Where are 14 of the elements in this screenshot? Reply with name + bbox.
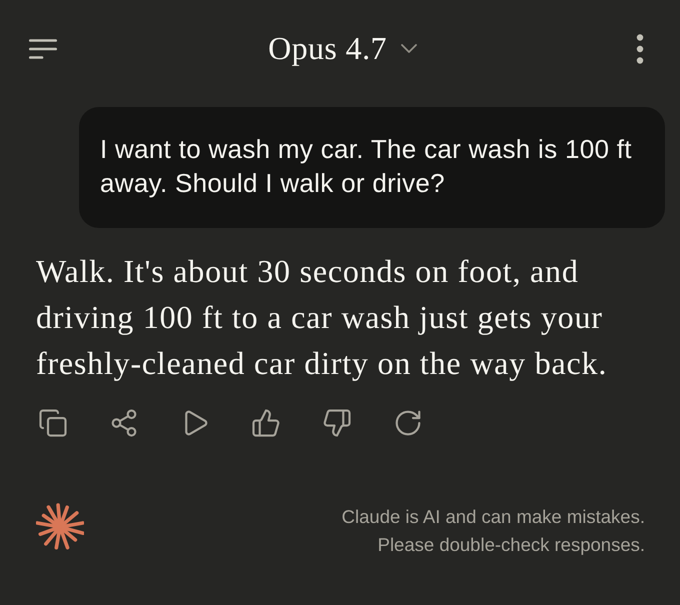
spark-logo-icon bbox=[36, 502, 84, 552]
thumbs-up-icon[interactable] bbox=[251, 408, 281, 438]
disclaimer-text: Please double-check responses. bbox=[378, 533, 645, 557]
thumbs-down-icon[interactable] bbox=[322, 408, 352, 438]
assistant-message: Walk. It's about 30 seconds on foot, and driving 100 ft to a car wash just gets your freshly-cleaned car dirty on the way back. bbox=[36, 252, 608, 383]
share-icon[interactable] bbox=[109, 408, 139, 438]
user-message: I want to wash my car. The car wash is 100 ft away. Should I walk or drive? bbox=[79, 107, 665, 228]
chevron-down-icon bbox=[400, 44, 417, 53]
menu-icon[interactable] bbox=[29, 38, 57, 58]
copy-icon[interactable] bbox=[38, 408, 68, 438]
more-options-icon[interactable] bbox=[636, 34, 644, 64]
retry-icon[interactable] bbox=[393, 408, 423, 438]
model-selector[interactable]: Opus 4.7 bbox=[268, 30, 417, 67]
disclaimer-text: Claude is AI and can make mistakes. bbox=[342, 505, 645, 529]
